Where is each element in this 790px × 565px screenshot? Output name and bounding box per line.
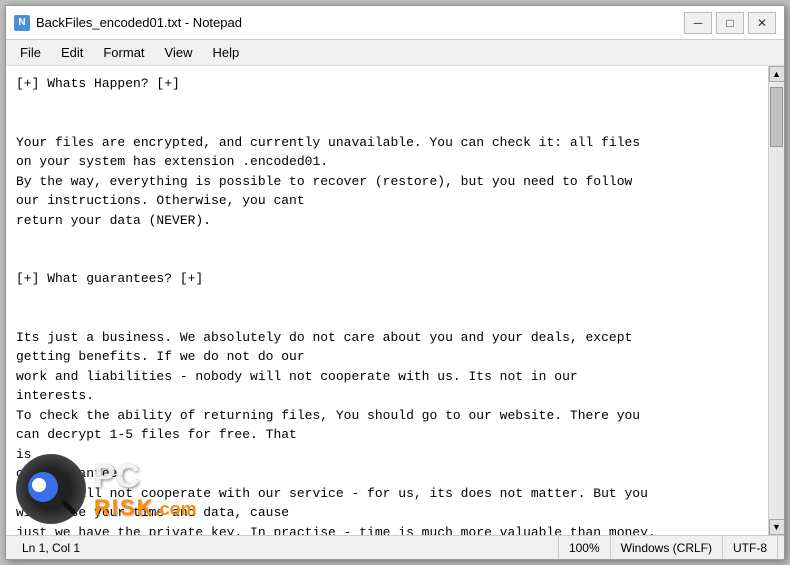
cursor-position: Ln 1, Col 1 [12,536,559,559]
scroll-down-button[interactable]: ▼ [769,519,785,535]
scroll-up-button[interactable]: ▲ [769,66,785,82]
notepad-window: N BackFiles_encoded01.txt - Notepad ─ □ … [5,5,785,560]
menu-edit[interactable]: Edit [51,43,93,62]
menu-file[interactable]: File [10,43,51,62]
content-area: [+] Whats Happen? [+] Your files are enc… [6,66,784,535]
title-bar: N BackFiles_encoded01.txt - Notepad ─ □ … [6,6,784,40]
menu-view[interactable]: View [155,43,203,62]
window-title: BackFiles_encoded01.txt - Notepad [36,15,242,30]
status-bar: Ln 1, Col 1 100% Windows (CRLF) UTF-8 [6,535,784,559]
app-icon: N [14,15,30,31]
encoding: UTF-8 [723,536,778,559]
scroll-track[interactable] [769,82,784,519]
window-controls: ─ □ ✕ [684,12,776,34]
menu-format[interactable]: Format [93,43,154,62]
maximize-button[interactable]: □ [716,12,744,34]
zoom-level: 100% [559,536,611,559]
text-content[interactable]: [+] Whats Happen? [+] Your files are enc… [6,66,768,535]
menu-help[interactable]: Help [202,43,249,62]
line-ending: Windows (CRLF) [611,536,723,559]
scroll-thumb[interactable] [770,87,783,147]
menu-bar: File Edit Format View Help [6,40,784,66]
title-bar-left: N BackFiles_encoded01.txt - Notepad [14,15,242,31]
close-button[interactable]: ✕ [748,12,776,34]
scrollbar[interactable]: ▲ ▼ [768,66,784,535]
minimize-button[interactable]: ─ [684,12,712,34]
